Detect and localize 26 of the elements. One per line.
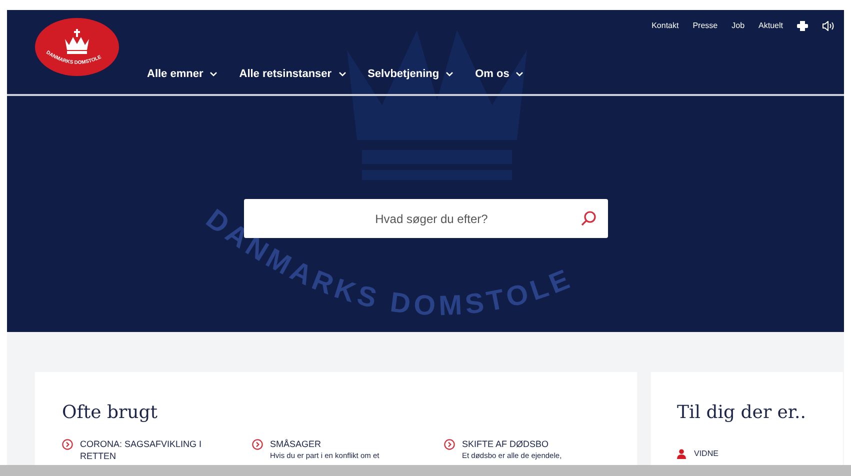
top-link[interactable]: Presse bbox=[692, 20, 718, 32]
top-link[interactable]: Aktuelt bbox=[758, 20, 783, 32]
nav-menu[interactable]: Alle emner bbox=[147, 66, 218, 82]
nav-menu[interactable]: Om os bbox=[475, 66, 524, 82]
role-link[interactable]: VIDNE bbox=[694, 448, 718, 460]
chevron-icon bbox=[338, 72, 346, 77]
search-icon[interactable] bbox=[580, 210, 596, 226]
nav-menu[interactable]: Alle retsinstanser bbox=[239, 66, 346, 82]
speaker-icon[interactable] bbox=[822, 21, 834, 31]
search-bar[interactable]: Hvad søger du efter? bbox=[244, 199, 608, 238]
search-field[interactable]: Hvad søger du efter? bbox=[284, 210, 580, 228]
chevron-icon bbox=[210, 72, 218, 77]
section-heading: Ofte brugt bbox=[62, 401, 158, 425]
arrow-circle-icon bbox=[252, 439, 263, 450]
topic-link[interactable]: SKIFTE AF DØDSBO bbox=[462, 438, 562, 450]
top-link[interactable]: Job bbox=[732, 20, 745, 32]
chevron-icon bbox=[516, 72, 524, 77]
section-heading: Til dig der er.. bbox=[677, 401, 806, 425]
nav-menu[interactable]: Selvbetjening bbox=[368, 66, 454, 82]
chevron-icon bbox=[446, 72, 454, 77]
person-icon bbox=[677, 449, 686, 459]
top-link[interactable]: Kontakt bbox=[652, 20, 679, 32]
topic-link[interactable]: SMÅSAGER bbox=[270, 438, 380, 450]
arrow-circle-icon bbox=[444, 439, 455, 450]
topic-link[interactable]: CORONA: SAGSAFVIKLING I RETTEN bbox=[80, 438, 230, 462]
arrow-circle-icon bbox=[62, 439, 73, 450]
